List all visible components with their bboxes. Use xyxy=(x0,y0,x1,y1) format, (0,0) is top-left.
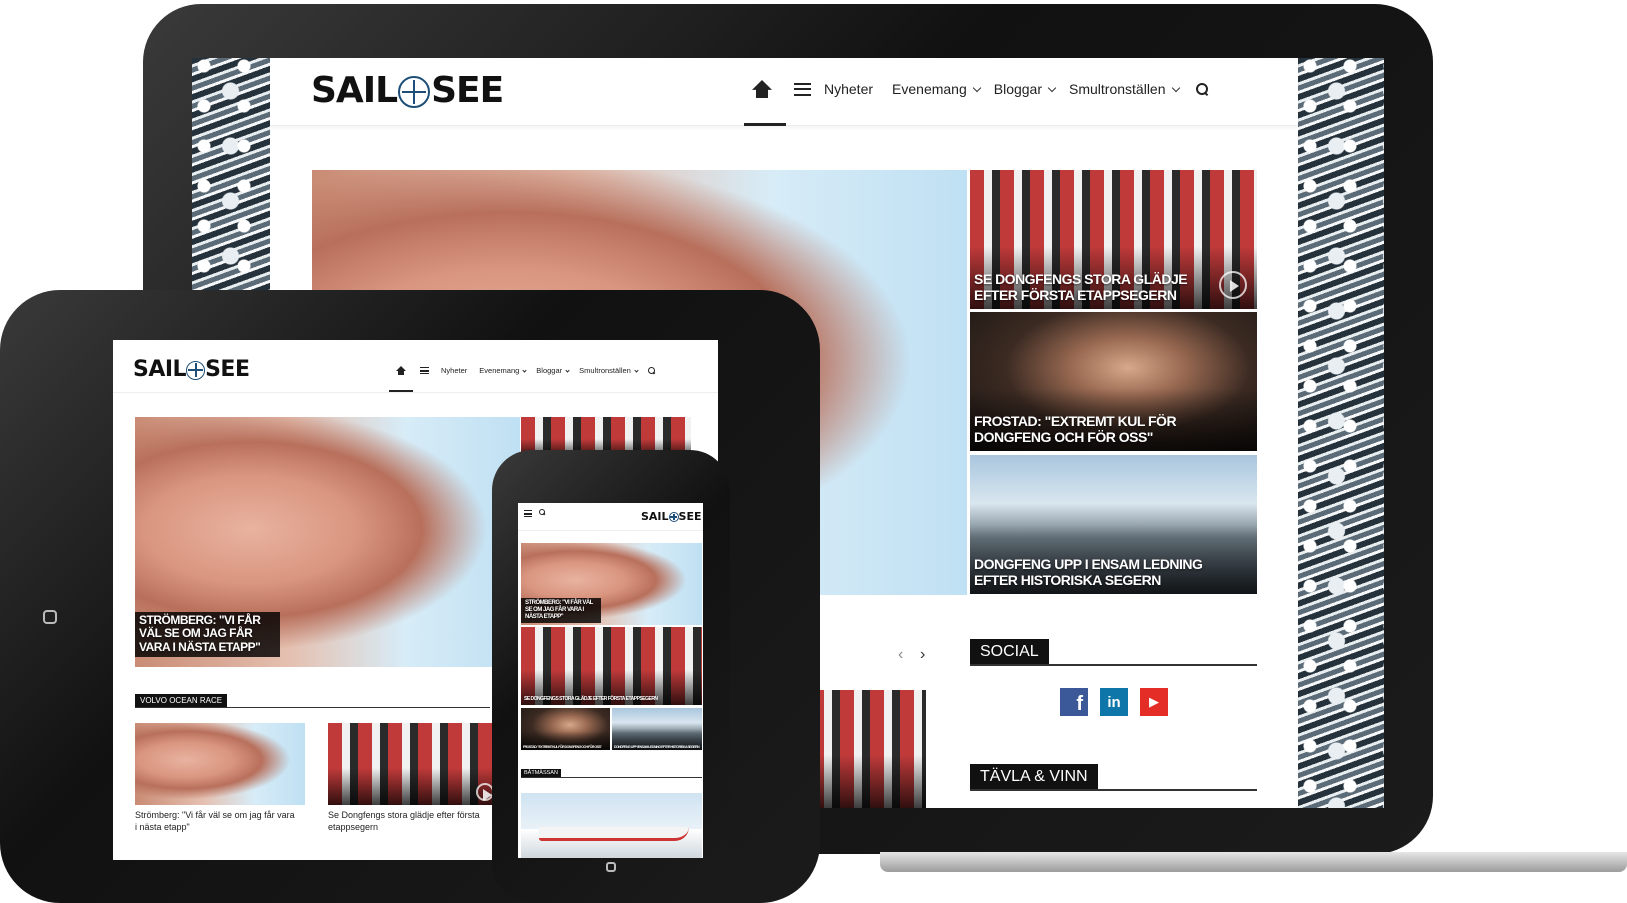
search-icon[interactable] xyxy=(539,509,545,515)
site-logo[interactable]: SAIL SEE xyxy=(641,510,702,523)
home-active-underline xyxy=(389,390,413,392)
chevron-down-icon xyxy=(1171,83,1180,92)
story-2-title: FROSTAD: "EXTREMT KUL FÖR DONGFENG OCH F… xyxy=(974,412,1177,445)
site-logo[interactable]: SAIL SEE xyxy=(133,357,250,382)
home-active-underline xyxy=(744,123,786,126)
nav-blogs-label: Bloggar xyxy=(536,366,563,375)
chevron-down-icon xyxy=(972,83,981,92)
nav-blogs[interactable]: Bloggar xyxy=(993,81,1057,97)
tablet-hero-title: STRÖMBERG: "VI FÅR VÄL SE OM JAG FÅR VAR… xyxy=(135,611,280,657)
menu-icon[interactable] xyxy=(524,510,532,517)
phone-story-3[interactable]: FROSTAD: "EXTREMT KUL FÖR DONGFENG OCH F… xyxy=(521,708,610,750)
compass-icon xyxy=(668,512,679,522)
phone-header: SAIL SEE xyxy=(518,503,703,531)
nav-events-label: Evenemang xyxy=(479,366,520,375)
menu-icon[interactable] xyxy=(794,82,811,96)
play-icon[interactable] xyxy=(1219,271,1247,299)
nav-blogs-label: Bloggar xyxy=(993,81,1043,97)
facebook-icon[interactable]: f xyxy=(1060,688,1088,716)
tablet-section-label: VOLVO OCEAN RACE xyxy=(135,694,228,707)
phone-screen: SAIL SEE STRÖMBERG: "VI FÅR VÄL SE OM JAG… xyxy=(518,503,703,858)
contest-heading: TÄVLA & VINN xyxy=(970,764,1098,789)
menu-icon[interactable] xyxy=(420,367,429,374)
nav-events-label: Evenemang xyxy=(892,81,967,97)
nav-news[interactable]: Nyheter xyxy=(441,366,467,375)
carousel-next-icon[interactable]: › xyxy=(920,646,925,664)
tablet-header: SAIL SEE Nyheter Evenemang Bloggar Smultr… xyxy=(113,340,718,393)
social-icons: f in ▶ xyxy=(1060,688,1168,716)
tablet-section-header: VOLVO OCEAN RACE xyxy=(135,692,490,708)
laptop-story-3[interactable]: DONGFENG UPP I ENSAM LEDNING EFTER HISTO… xyxy=(970,455,1257,594)
story-1-title: SE DONGFENGS STORA GLÄDJE EFTER FÖRSTA E… xyxy=(974,270,1188,303)
tablet-home-button[interactable] xyxy=(43,610,57,624)
story-3-title: DONGFENG UPP I ENSAM LEDNING EFTER HISTO… xyxy=(974,555,1203,588)
youtube-icon[interactable]: ▶ xyxy=(1140,688,1168,716)
linkedin-icon[interactable]: in xyxy=(1100,688,1128,716)
nav-blogs[interactable]: Bloggar xyxy=(536,366,570,375)
tablet-card-1-caption[interactable]: Strömberg: "Vi får väl se om jag får var… xyxy=(135,810,295,833)
tablet-card-1-image[interactable] xyxy=(135,723,305,805)
nav-news[interactable]: Nyheter xyxy=(824,81,873,97)
nav-places[interactable]: Smultronställen xyxy=(579,366,639,375)
laptop-carousel-thumb[interactable] xyxy=(810,690,926,808)
main-nav: Nyheter Evenemang Bloggar Smultronställe… xyxy=(752,80,1208,98)
tablet-hero-image[interactable]: STRÖMBERG: "VI FÅR VÄL SE OM JAG FÅR VAR… xyxy=(135,417,520,667)
social-heading: SOCIAL xyxy=(970,639,1049,664)
phone-hero-title: STRÖMBERG: "VI FÅR VÄL SE OM JAG FÅR VAR… xyxy=(521,598,601,623)
laptop-story-1[interactable]: SE DONGFENGS STORA GLÄDJE EFTER FÖRSTA E… xyxy=(970,170,1257,309)
compass-icon xyxy=(186,360,206,380)
nav-events[interactable]: Evenemang xyxy=(892,81,981,97)
yacht-hull xyxy=(539,827,689,841)
nav-places-label: Smultronställen xyxy=(579,366,631,375)
tablet-card-2-caption[interactable]: Se Dongfengs stora glädje efter första e… xyxy=(328,810,493,836)
phone-story-4-title: DONGFENG UPP I ENSAM LEDNING EFTER HISTO… xyxy=(614,744,700,749)
phone-home-button[interactable] xyxy=(606,862,616,872)
nav-places[interactable]: Smultronställen xyxy=(1069,81,1180,97)
phone-story-4[interactable]: DONGFENG UPP I ENSAM LEDNING EFTER HISTO… xyxy=(612,708,702,750)
search-icon[interactable] xyxy=(1195,83,1208,95)
phone-story-2-title: SE DONGFENGS STORA GLÄDJE EFTER FÖRSTA E… xyxy=(524,696,658,703)
phone-story-3-title: FROSTAD: "EXTREMT KUL FÖR DONGFENG OCH F… xyxy=(523,744,602,749)
phone-section-label: BÅTMÄSSAN xyxy=(521,769,561,777)
site-logo[interactable]: SAIL SEE xyxy=(311,70,504,111)
chevron-down-icon xyxy=(565,368,570,373)
compass-icon xyxy=(398,76,431,108)
search-icon[interactable] xyxy=(647,367,655,374)
contest-section-header: TÄVLA & VINN xyxy=(970,763,1257,791)
laptop-story-2[interactable]: FROSTAD: "EXTREMT KUL FÖR DONGFENG OCH F… xyxy=(970,312,1257,451)
tablet-card-2-image[interactable] xyxy=(328,723,498,805)
carousel-prev-icon[interactable]: ‹ xyxy=(898,646,903,664)
laptop-base xyxy=(880,852,1627,872)
phone-yacht-image[interactable] xyxy=(521,793,702,858)
chevron-down-icon xyxy=(634,368,639,373)
home-icon[interactable] xyxy=(752,80,772,98)
phone-hero-image[interactable]: STRÖMBERG: "VI FÅR VÄL SE OM JAG FÅR VAR… xyxy=(521,543,702,625)
chevron-down-icon xyxy=(522,368,527,373)
phone-section-header: BÅTMÄSSAN xyxy=(521,767,702,778)
nav-places-label: Smultronställen xyxy=(1069,81,1166,97)
laptop-header: SAIL SEE Nyheter Evenemang Bloggar Smultr… xyxy=(270,58,1298,126)
laptop-bg-right xyxy=(1298,58,1384,808)
phone-story-2[interactable]: SE DONGFENGS STORA GLÄDJE EFTER FÖRSTA E… xyxy=(521,627,702,705)
social-section-header: SOCIAL xyxy=(970,638,1257,666)
main-nav: Nyheter Evenemang Bloggar Smultronställe… xyxy=(396,366,655,375)
home-icon[interactable] xyxy=(396,366,406,375)
chevron-down-icon xyxy=(1047,83,1057,92)
nav-events[interactable]: Evenemang xyxy=(479,366,527,375)
